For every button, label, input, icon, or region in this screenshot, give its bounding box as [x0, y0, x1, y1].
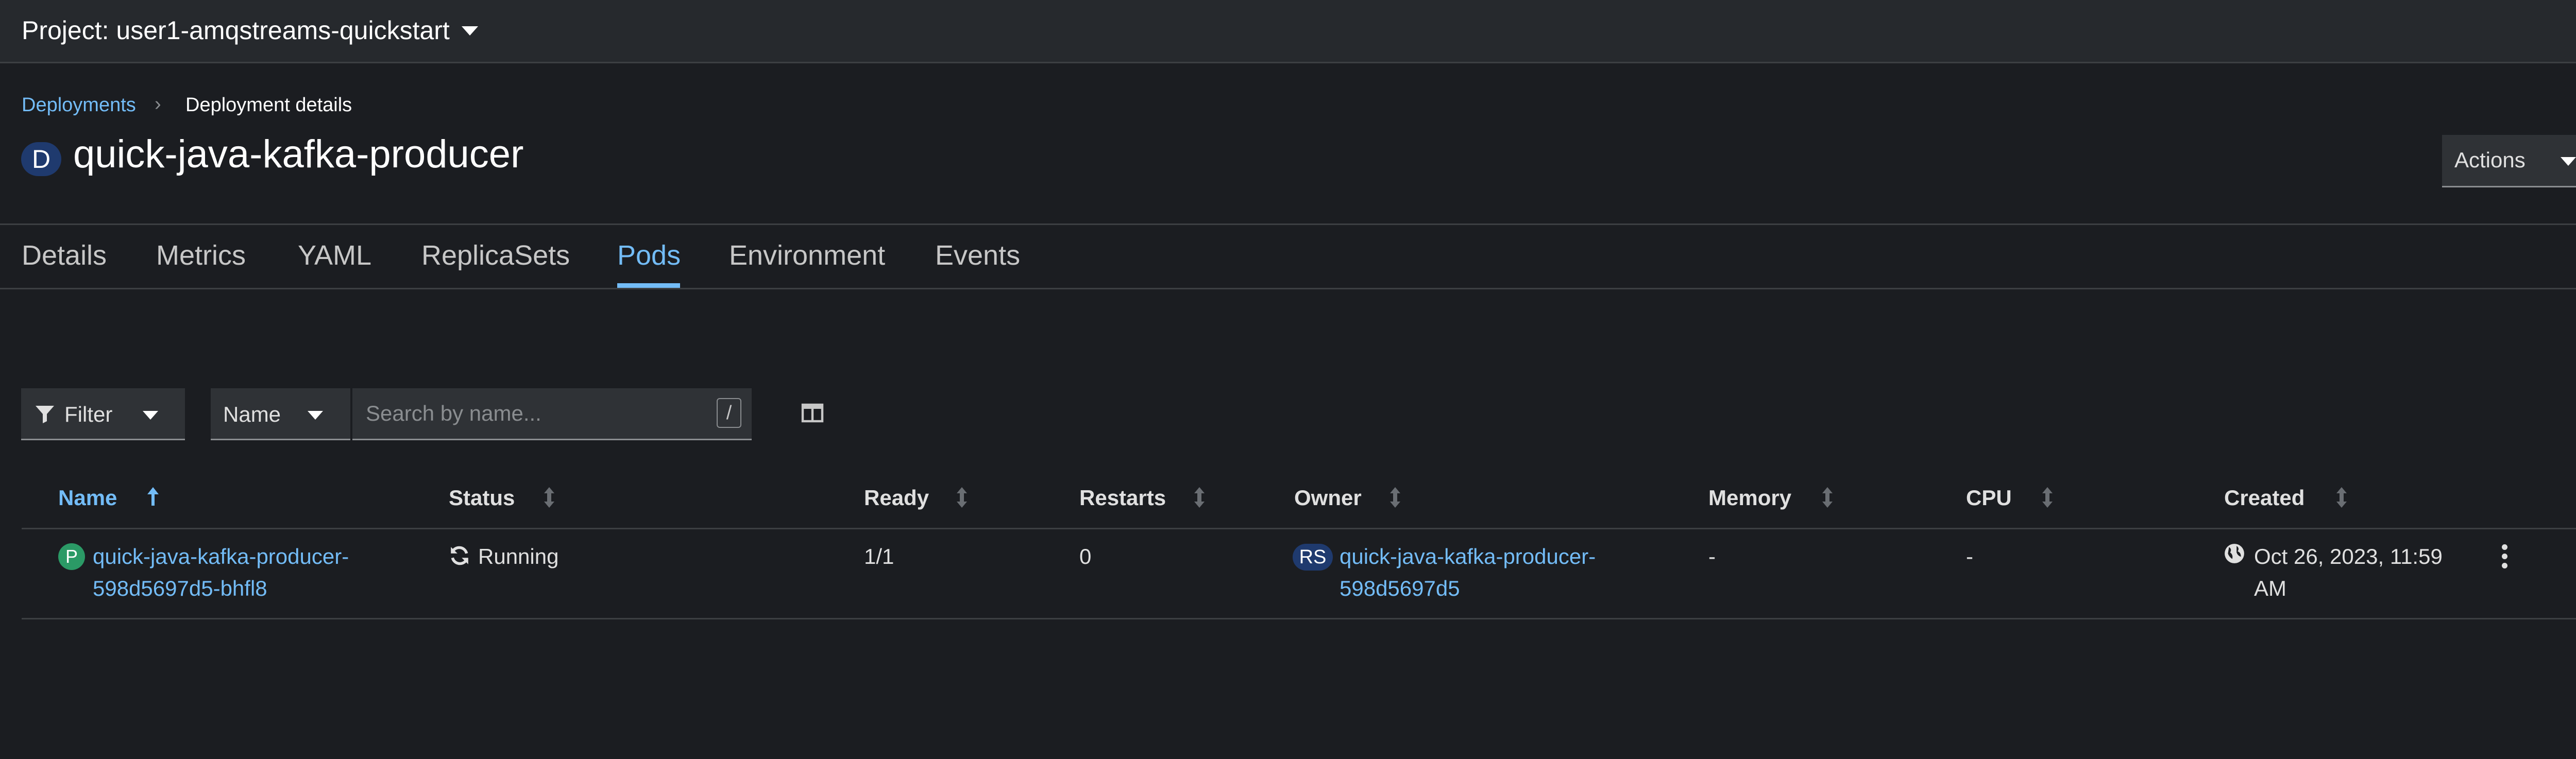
tab-yaml[interactable]: YAML [298, 239, 371, 271]
tab-environment[interactable]: Environment [729, 239, 885, 271]
search-input[interactable] [366, 398, 696, 429]
angle-right-icon: › [155, 93, 161, 115]
pod-name-line[interactable]: quick-java-kafka-producer- [93, 541, 349, 573]
column-header-owner[interactable]: Owner [1294, 486, 1362, 510]
actions-label: Actions [2454, 148, 2526, 172]
filter-dropdown[interactable]: Filter [21, 388, 185, 440]
sort-icon[interactable] [543, 486, 555, 509]
column-header-memory[interactable]: Memory [1708, 486, 1791, 510]
sort-icon[interactable] [1193, 486, 1206, 509]
deployment-badge: D [21, 142, 61, 176]
pod-ready: 1/1 [864, 544, 894, 568]
caret-down-icon[interactable] [462, 26, 478, 36]
breadcrumb-current: Deployment details [185, 94, 352, 116]
tab-pods[interactable]: Pods [617, 239, 681, 271]
tab-replicasets[interactable]: ReplicaSets [421, 239, 570, 271]
created-line: AM [2254, 576, 2286, 600]
filter-label: Filter [64, 402, 113, 426]
pod-created: Oct 26, 2023, 11:59 AM [2254, 541, 2443, 605]
sort-icon[interactable] [2335, 486, 2348, 509]
globe-icon [2225, 544, 2244, 563]
sort-icon[interactable] [1821, 486, 1834, 509]
table-header-divider [22, 528, 2576, 529]
search-attribute-select[interactable]: Name [211, 388, 350, 440]
caret-down-icon [2561, 157, 2576, 166]
pod-name-link[interactable]: quick-java-kafka-producer- 598d5697d5-bh… [93, 541, 349, 605]
column-header-status[interactable]: Status [449, 486, 515, 510]
sort-icon[interactable] [956, 486, 968, 509]
pod-name-line[interactable]: 598d5697d5-bhfl8 [93, 573, 349, 605]
kebab-icon[interactable] [2498, 543, 2511, 572]
breadcrumb-deployments-link[interactable]: Deployments [22, 94, 136, 116]
pod-badge: P [58, 543, 85, 570]
pod-restarts: 0 [1079, 544, 1092, 568]
search-attribute-label: Name [223, 402, 281, 426]
owner-name-line[interactable]: quick-java-kafka-producer- [1340, 541, 1596, 573]
caret-down-icon [308, 411, 323, 420]
table-row-divider [22, 618, 2576, 619]
columns-icon[interactable] [801, 403, 824, 423]
pod-memory: - [1708, 544, 1716, 568]
sort-icon[interactable] [1389, 486, 1401, 509]
column-header-name[interactable]: Name [58, 486, 117, 510]
owner-link[interactable]: quick-java-kafka-producer- 598d5697d5 [1340, 541, 1596, 605]
tab-details[interactable]: Details [22, 239, 107, 271]
active-tab-indicator [617, 283, 680, 288]
keyboard-shortcut-hint: / [717, 398, 741, 428]
divider [0, 288, 2576, 289]
caret-down-icon [143, 411, 158, 420]
page-title: quick-java-kafka-producer [73, 132, 524, 176]
filter-icon [36, 406, 54, 423]
column-header-restarts[interactable]: Restarts [1079, 486, 1166, 510]
pod-status: Running [478, 544, 559, 568]
sort-icon[interactable] [2041, 486, 2054, 509]
search-box: / [352, 388, 752, 440]
tab-metrics[interactable]: Metrics [156, 239, 246, 271]
tab-events[interactable]: Events [935, 239, 1020, 271]
owner-name-line[interactable]: 598d5697d5 [1340, 573, 1596, 605]
column-header-cpu[interactable]: CPU [1966, 486, 2012, 510]
column-header-created[interactable]: Created [2224, 486, 2304, 510]
project-bar: Project: user1-amqstreams-quickstart [0, 0, 2576, 63]
column-header-ready[interactable]: Ready [864, 486, 929, 510]
pod-cpu: - [1966, 544, 1973, 568]
sync-icon [451, 546, 468, 565]
project-selector[interactable]: Project: user1-amqstreams-quickstart [22, 15, 450, 45]
divider [0, 223, 2576, 225]
actions-dropdown[interactable]: Actions [2442, 135, 2576, 187]
created-line: Oct 26, 2023, 11:59 [2254, 544, 2443, 568]
sort-ascending-icon[interactable] [146, 486, 160, 507]
replicaset-badge: RS [1293, 544, 1333, 571]
